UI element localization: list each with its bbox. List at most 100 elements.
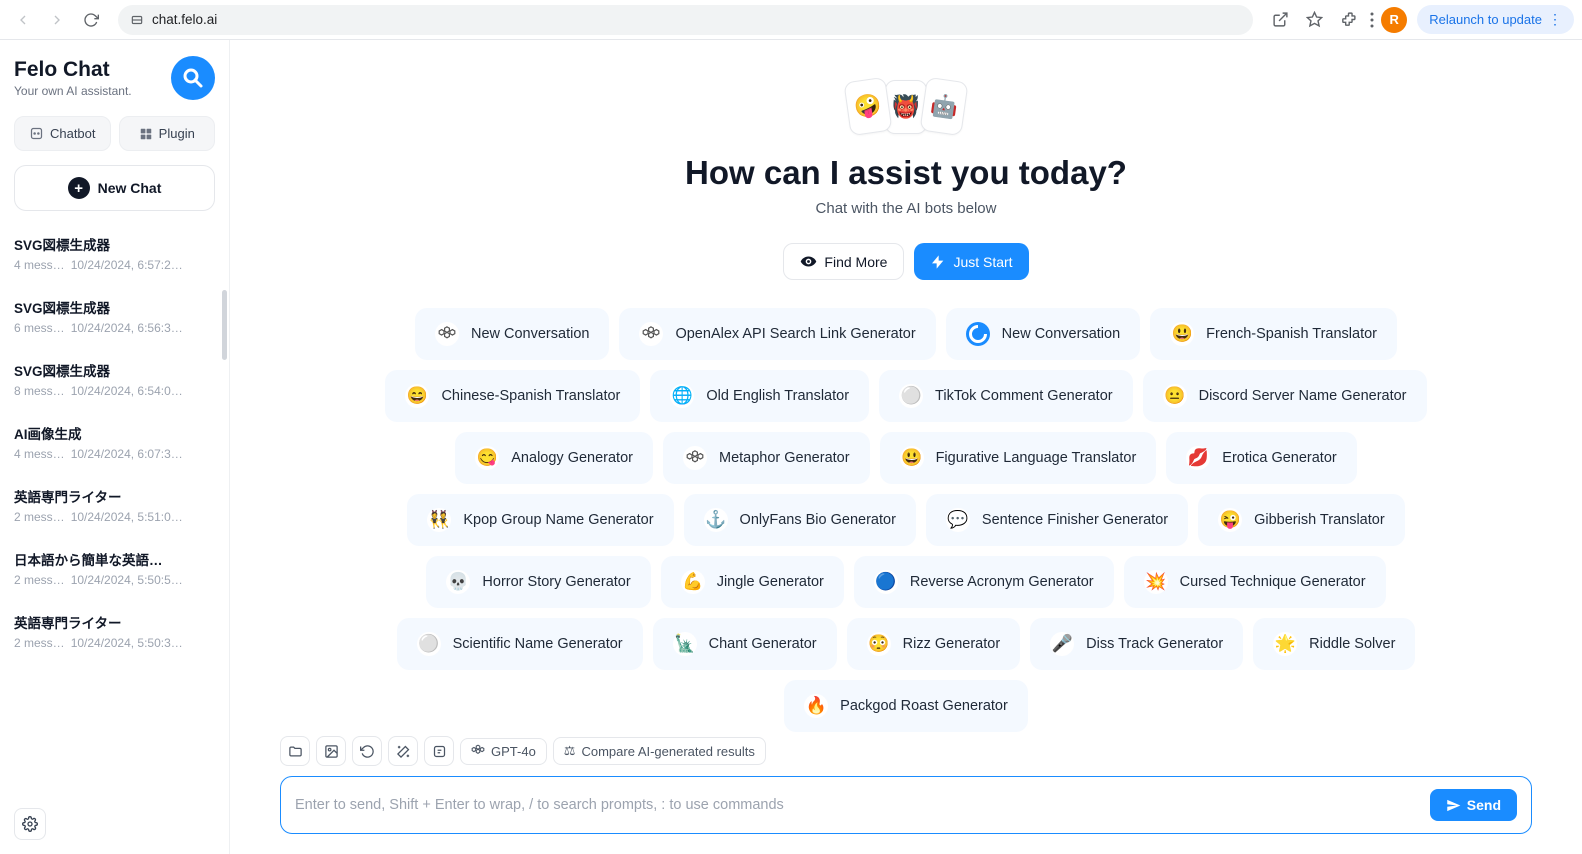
bot-chip[interactable]: 🗽Chant Generator (653, 618, 837, 670)
bot-chip[interactable]: 🔥Packgod Roast Generator (784, 680, 1028, 732)
bot-chip[interactable]: 😐Discord Server Name Generator (1143, 370, 1427, 422)
bot-chip[interactable]: 💪 Jingle Generator (661, 556, 844, 608)
bot-chip[interactable]: 🌟Riddle Solver (1253, 618, 1415, 670)
bot-emoji-icon: ⚪ (899, 384, 923, 408)
bot-chip[interactable]: 😄Chinese-Spanish Translator (385, 370, 640, 422)
bot-chip[interactable]: 😳 Rizz Generator (847, 618, 1021, 670)
brand-subtitle: Your own AI assistant. (14, 84, 132, 98)
bot-emoji-icon: 💪 (681, 570, 705, 594)
bot-label: OpenAlex API Search Link Generator (675, 326, 915, 342)
chat-messages-count: 2 mess… (14, 636, 65, 650)
brand-logo[interactable] (171, 56, 215, 100)
plus-icon: + (68, 177, 90, 199)
chat-timestamp: 10/24/2024, 6:56:3… (71, 321, 183, 335)
emoji-card: 🤖 (919, 77, 968, 136)
model-label: GPT-4o (491, 744, 536, 759)
browser-address-bar[interactable]: chat.felo.ai (118, 5, 1253, 35)
prompt-library-button[interactable] (424, 736, 454, 766)
bot-emoji-icon: 🔵 (874, 570, 898, 594)
message-input[interactable] (295, 797, 1430, 813)
bot-chip[interactable]: 💬Sentence Finisher Generator (926, 494, 1188, 546)
bot-chip[interactable]: 😜Gibberish Translator (1198, 494, 1405, 546)
chat-messages-count: 2 mess… (14, 510, 65, 524)
chat-history-item[interactable]: SVG図標生成器 4 mess… 10/24/2024, 6:57:2… (14, 221, 211, 284)
bot-chip[interactable]: New Conversation (946, 308, 1140, 360)
compare-results-button[interactable]: ⚖ Compare AI-generated results (553, 737, 766, 765)
bot-label: Rizz Generator (903, 636, 1001, 652)
chat-messages-count: 4 mess… (14, 258, 65, 272)
brand-title: Felo Chat (14, 58, 132, 82)
sidebar-scrollbar[interactable] (222, 290, 227, 360)
bot-label: New Conversation (471, 326, 589, 342)
open-in-new-icon[interactable] (1265, 5, 1295, 35)
relaunch-button[interactable]: Relaunch to update ⋮ (1417, 5, 1574, 34)
openai-icon (683, 446, 707, 470)
chat-messages-count: 4 mess… (14, 447, 65, 461)
find-more-label: Find More (824, 254, 887, 270)
new-chat-button[interactable]: + New Chat (14, 165, 215, 211)
bot-chip[interactable]: ⚓OnlyFans Bio Generator (684, 494, 916, 546)
bot-label: TikTok Comment Generator (935, 388, 1113, 404)
send-button[interactable]: Send (1430, 789, 1517, 821)
bot-emoji-icon: ⚓ (704, 508, 728, 532)
find-more-button[interactable]: Find More (783, 243, 904, 280)
chat-history-item[interactable]: 英語専門ライター 2 mess… 10/24/2024, 5:50:3… (14, 599, 211, 662)
composer: GPT-4o ⚖ Compare AI-generated results Se… (280, 736, 1532, 834)
bot-label: Reverse Acronym Generator (910, 574, 1094, 590)
chat-messages-count: 8 mess… (14, 384, 65, 398)
image-button[interactable] (316, 736, 346, 766)
bot-emoji-icon: 🗽 (673, 632, 697, 656)
chat-history-item[interactable]: SVG図標生成器 8 mess… 10/24/2024, 6:54:0… (14, 347, 211, 410)
bot-label: Jingle Generator (717, 574, 824, 590)
chat-timestamp: 10/24/2024, 6:54:0… (71, 384, 183, 398)
tab-chatbot-label: Chatbot (50, 126, 96, 141)
bot-chip[interactable]: OpenAlex API Search Link Generator (619, 308, 935, 360)
bot-emoji-icon: 🌐 (670, 384, 694, 408)
bot-chip[interactable]: 💀Horror Story Generator (426, 556, 650, 608)
bot-chip[interactable]: New Conversation (415, 308, 609, 360)
bot-chip[interactable]: 🔵 Reverse Acronym Generator (854, 556, 1114, 608)
bolt-icon (930, 254, 946, 270)
chat-history-item[interactable]: SVG図標生成器 6 mess… 10/24/2024, 6:56:3… (14, 284, 211, 347)
bot-label: Kpop Group Name Generator (463, 512, 653, 528)
browser-back-button[interactable] (8, 5, 38, 35)
magic-wand-button[interactable] (388, 736, 418, 766)
bot-chip[interactable]: 👯Kpop Group Name Generator (407, 494, 673, 546)
tab-chatbot[interactable]: Chatbot (14, 116, 111, 151)
bot-emoji-icon: 🎤 (1050, 632, 1074, 656)
bot-chip[interactable]: 😋Analogy Generator (455, 432, 653, 484)
regenerate-button[interactable] (352, 736, 382, 766)
bot-chip[interactable]: ⚪Scientific Name Generator (397, 618, 643, 670)
bot-chip[interactable]: 🎤Diss Track Generator (1030, 618, 1243, 670)
browser-menu-icon[interactable] (1367, 5, 1377, 35)
extensions-icon[interactable] (1333, 5, 1363, 35)
model-selector[interactable]: GPT-4o (460, 738, 547, 765)
bot-emoji-icon: 😳 (867, 632, 891, 656)
bot-emoji-icon: 😃 (1170, 322, 1194, 346)
bookmark-star-icon[interactable] (1299, 5, 1329, 35)
chat-messages-count: 2 mess… (14, 573, 65, 587)
bot-emoji-icon: 😃 (900, 446, 924, 470)
compare-label: Compare AI-generated results (581, 744, 754, 759)
bot-chip[interactable]: Metaphor Generator (663, 432, 870, 484)
attach-file-button[interactable] (280, 736, 310, 766)
bot-chip[interactable]: 😃Figurative Language Translator (880, 432, 1157, 484)
bot-chip[interactable]: 💥Cursed Technique Generator (1124, 556, 1386, 608)
chat-timestamp: 10/24/2024, 5:51:0… (71, 510, 183, 524)
bot-chip[interactable]: ⚪ TikTok Comment Generator (879, 370, 1133, 422)
chat-history-item[interactable]: 英語専門ライター 2 mess… 10/24/2024, 5:51:0… (14, 473, 211, 536)
tab-plugin[interactable]: Plugin (119, 116, 216, 151)
chat-title: 英語専門ライター (14, 486, 211, 506)
site-info-icon[interactable] (130, 13, 144, 27)
browser-forward-button[interactable] (42, 5, 72, 35)
bot-emoji-icon: 😐 (1163, 384, 1187, 408)
profile-avatar[interactable]: R (1381, 7, 1407, 33)
chat-history-item[interactable]: AI画像生成 4 mess… 10/24/2024, 6:07:3… (14, 410, 211, 473)
settings-button[interactable] (14, 808, 46, 840)
bot-chip[interactable]: 🌐Old English Translator (650, 370, 869, 422)
bot-chip[interactable]: 💋Erotica Generator (1166, 432, 1356, 484)
just-start-button[interactable]: Just Start (914, 243, 1028, 280)
chat-history-item[interactable]: 日本語から簡単な英語… 2 mess… 10/24/2024, 5:50:5… (14, 536, 211, 599)
bot-chip[interactable]: 😃French-Spanish Translator (1150, 308, 1397, 360)
browser-reload-button[interactable] (76, 5, 106, 35)
